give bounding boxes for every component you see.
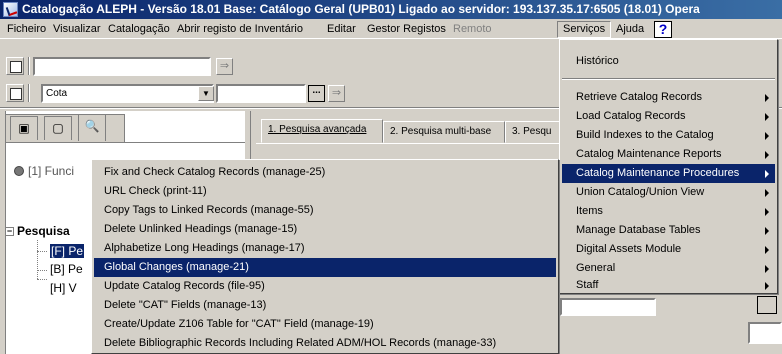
- search-arrow-button[interactable]: ⇒: [328, 85, 345, 102]
- submenu-arrow-icon: [765, 132, 769, 140]
- chevron-down-icon[interactable]: ▼: [198, 86, 214, 101]
- input-field-fragment[interactable]: [560, 298, 656, 316]
- submenu-arrow-icon: [765, 151, 769, 159]
- menu-item-catalog-maintenance-reports[interactable]: Catalog Maintenance Reports: [562, 145, 775, 164]
- menu-item-catalog-maintenance-procedures[interactable]: Catalog Maintenance Procedures: [562, 164, 775, 183]
- menu-abrir-registo-inventario[interactable]: Abrir registo de Inventário: [172, 21, 308, 38]
- menu-ficheiro[interactable]: Ficheiro: [2, 21, 51, 38]
- menu-remoto: Remoto: [453, 23, 492, 35]
- tree-item-label: [H] V: [50, 281, 77, 295]
- index-dropdown[interactable]: Cota: [41, 84, 214, 103]
- menu-item-manage-database-tables[interactable]: Manage Database Tables: [562, 221, 775, 240]
- radio-dot-icon: [14, 166, 24, 176]
- menu-item-load-catalog-records[interactable]: Load Catalog Records: [562, 107, 775, 126]
- tree-item-f[interactable]: [F] Pe: [50, 244, 85, 258]
- tree-connector: [37, 270, 47, 271]
- tree-root-label: Pesquisa: [17, 224, 70, 238]
- menu-item-label: Load Catalog Records: [576, 110, 686, 122]
- submenu-arrow-icon: [765, 94, 769, 102]
- window-icon-button[interactable]: [6, 84, 24, 102]
- menu-item-historico[interactable]: Histórico: [562, 52, 775, 71]
- toolbar-separator: [28, 84, 30, 102]
- index-value-input[interactable]: [216, 84, 306, 103]
- menu-item-staff[interactable]: Staff: [562, 276, 775, 295]
- menu-item-label: General: [576, 262, 616, 274]
- menu-item-union-catalog[interactable]: Union Catalog/Union View: [562, 183, 775, 202]
- search-field[interactable]: [33, 57, 211, 76]
- menu-item-label: Digital Assets Module: [576, 243, 682, 255]
- function-selector[interactable]: [1] Funci: [14, 164, 74, 178]
- services-menu: Histórico Retrieve Catalog Records Load …: [559, 39, 778, 294]
- submenu-item-copy-tags[interactable]: Copy Tags to Linked Records (manage-55): [94, 201, 556, 220]
- tab-pesquisa-multi-base[interactable]: 2. Pesquisa multi-base: [383, 121, 505, 143]
- title-bar: Catalogação ALEPH - Versão 18.01 Base: C…: [0, 0, 782, 19]
- menu-separator: [562, 78, 775, 80]
- menu-item-label: Catalog Maintenance Reports: [576, 148, 722, 160]
- menu-item-label: Union Catalog/Union View: [576, 186, 705, 198]
- submenu-item-alphabetize-long-headings[interactable]: Alphabetize Long Headings (manage-17): [94, 239, 556, 258]
- submenu-item-delete-unlinked-headings[interactable]: Delete Unlinked Headings (manage-15): [94, 220, 556, 239]
- submenu-item-fix-check-records[interactable]: Fix and Check Catalog Records (manage-25…: [94, 163, 556, 182]
- window-tab-icon[interactable]: ▢: [44, 116, 72, 140]
- binoculars-tab-icon[interactable]: 🔍: [78, 114, 106, 141]
- record-tab-icon[interactable]: ▣: [10, 116, 38, 140]
- tree-connector: [37, 251, 47, 252]
- menu-servicos[interactable]: Serviços: [557, 21, 612, 38]
- submenu-arrow-icon: [765, 170, 769, 178]
- submenu-item-delete-bib-records[interactable]: Delete Bibliographic Records Including R…: [94, 334, 556, 353]
- record-icon-button[interactable]: [6, 57, 24, 75]
- window-title: Catalogação ALEPH - Versão 18.01 Base: C…: [22, 2, 700, 16]
- tabstrip-baseline: [256, 143, 561, 144]
- help-icon[interactable]: ?: [654, 21, 672, 38]
- menu-item-retrieve-catalog-records[interactable]: Retrieve Catalog Records: [562, 88, 775, 107]
- collapse-icon[interactable]: −: [5, 227, 14, 236]
- tree-item-b[interactable]: [B] Pe: [50, 262, 83, 276]
- submenu-arrow-icon: [765, 246, 769, 254]
- menu-item-build-indexes[interactable]: Build Indexes to the Catalog: [562, 126, 775, 145]
- tab-pesquisa-avancada[interactable]: 1. Pesquisa avançada: [261, 119, 383, 143]
- toolbar-separator: [28, 57, 30, 75]
- menu-editar[interactable]: Editar: [322, 21, 361, 38]
- menu-item-items[interactable]: Items: [562, 202, 775, 221]
- browse-dots-button[interactable]: ...: [308, 85, 325, 102]
- menu-item-label: Manage Database Tables: [576, 224, 701, 236]
- submenu-arrow-icon: [765, 282, 769, 290]
- tree-item-h[interactable]: [H] V: [50, 281, 77, 295]
- tree-connector: [37, 279, 47, 280]
- submenu-arrow-icon: [765, 208, 769, 216]
- menu-item-label: Staff: [576, 279, 599, 291]
- procedures-submenu: Fix and Check Catalog Records (manage-25…: [91, 159, 559, 354]
- tree-item-label: [F] Pe: [50, 244, 85, 258]
- menu-item-digital-assets-module[interactable]: Digital Assets Module: [562, 240, 775, 259]
- submenu-item-delete-cat-fields[interactable]: Delete "CAT" Fields (manage-13): [94, 296, 556, 315]
- submenu-arrow-icon: [765, 265, 769, 273]
- tab-pesquisa-3[interactable]: 3. Pesqu: [505, 121, 565, 143]
- function-label: [1] Funci: [28, 164, 75, 178]
- tree-connector: [37, 240, 38, 279]
- submenu-arrow-icon: [765, 113, 769, 121]
- menu-ajuda[interactable]: Ajuda: [611, 21, 649, 38]
- aleph-app-icon: [3, 2, 18, 17]
- browse-button-fragment[interactable]: [757, 296, 777, 314]
- submenu-item-url-check[interactable]: URL Check (print-11): [94, 182, 556, 201]
- go-arrow-button[interactable]: ⇒: [216, 58, 233, 75]
- menu-item-label: Catalog Maintenance Procedures: [576, 167, 740, 179]
- menu-item-label: Items: [576, 205, 603, 217]
- submenu-arrow-icon: [765, 227, 769, 235]
- submenu-item-global-changes[interactable]: Global Changes (manage-21): [94, 258, 556, 277]
- menu-gestor-registos[interactable]: Gestor Registos: [362, 21, 451, 38]
- menu-item-label: Retrieve Catalog Records: [576, 91, 702, 103]
- submenu-item-create-z106-table[interactable]: Create/Update Z106 Table for "CAT" Field…: [94, 315, 556, 334]
- submenu-arrow-icon: [765, 189, 769, 197]
- menu-item-label: Histórico: [576, 55, 619, 67]
- left-tab-divider: [5, 142, 245, 143]
- tree-root-pesquisa[interactable]: − Pesquisa: [5, 224, 70, 238]
- menu-item-label: Build Indexes to the Catalog: [576, 129, 714, 141]
- input-field-fragment[interactable]: [748, 322, 782, 344]
- submenu-item-update-catalog-records[interactable]: Update Catalog Records (file-95): [94, 277, 556, 296]
- menu-visualizar[interactable]: Visualizar: [48, 21, 106, 38]
- tree-item-label: [B] Pe: [50, 262, 83, 276]
- menu-catalogacao[interactable]: Catalogação: [103, 21, 175, 38]
